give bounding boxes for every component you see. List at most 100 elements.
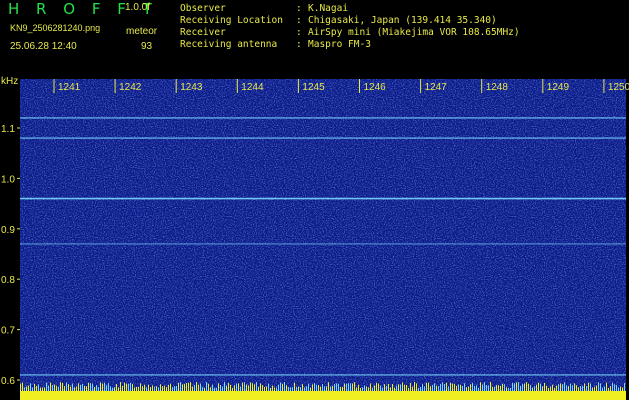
info-label-location: Receiving Location [180,15,283,26]
bottom-signal-spike [400,384,401,391]
bottom-signal-spike [528,383,529,391]
bottom-signal-spike [78,383,79,391]
bottom-signal-spike [462,385,463,391]
y-tick-label: 1.0 [1,174,15,185]
x-tick-label: 1245 [302,82,325,93]
bottom-signal-spike [276,387,277,391]
bottom-signal-spike [542,386,543,391]
bottom-signal-spike [134,387,135,391]
bottom-signal-spike [252,383,253,391]
bottom-signal-spike [326,386,327,391]
bottom-signal-spike [48,385,49,391]
bottom-signal-spike [506,387,507,391]
bottom-signal-spike [474,386,475,391]
bottom-signal-spike [148,384,149,391]
bottom-signal-spike [388,383,389,391]
bottom-signal-spike [438,386,439,391]
bottom-signal-spike [358,384,359,391]
bottom-signal-spike [598,382,599,391]
bottom-signal-spike [392,383,393,391]
bottom-signal-spike [44,387,45,391]
bottom-signal-spike [36,386,37,391]
bottom-signal-spike [390,387,391,391]
bottom-signal-spike [258,386,259,391]
bottom-signal-spike [332,386,333,391]
bottom-signal-spike [540,383,541,391]
x-tick-label: 1247 [425,82,448,93]
spectrogram-chart: kHz 1.1 1.0 0.9 0.8 0.7 0.6 1241 1242 1243 1244 124… [1,76,629,400]
bottom-signal-spike [100,382,101,391]
x-tick-label: 1249 [547,82,570,93]
x-tick-label: 1241 [58,82,81,93]
bottom-signal-spike [550,386,551,391]
bottom-signal-spike [482,384,483,391]
bottom-signal-spike [128,383,129,391]
bottom-signal-spike [396,385,397,391]
bottom-signal-spike [316,385,317,391]
y-tick-label: 0.9 [1,225,15,236]
bottom-signal-spike [92,383,93,391]
bottom-signal-spike [50,382,51,391]
bottom-signal-spike [64,385,65,391]
bottom-signal-spike [620,386,621,391]
bottom-signal-spike [484,382,485,391]
bottom-signal-spike [538,382,539,391]
bottom-signal-spike [410,383,411,391]
bottom-signal-spike [280,382,281,391]
bottom-signal-spike [210,387,211,391]
bottom-signal-spike [378,383,379,391]
bottom-signal-spike [160,384,161,391]
bottom-signal-spike [238,383,239,391]
bottom-signal-spike [556,385,557,391]
bottom-signal-spike [188,382,189,391]
bottom-signal-spike [560,383,561,391]
bottom-signal-spike [248,385,249,391]
bottom-signal-spike [578,387,579,391]
bottom-signal-spike [564,382,565,391]
info-label-receiver: Receiver [180,27,226,38]
bottom-signal-spike [154,386,155,391]
bottom-signal-spike [520,385,521,391]
bottom-signal-spike [458,384,459,391]
bottom-signal-spike [602,387,603,391]
bottom-signal-spike [334,384,335,391]
bottom-signal-spike [442,382,443,391]
bottom-signal-spike [470,384,471,391]
bottom-signal-spike [232,387,233,391]
bottom-signal-spike [566,385,567,391]
x-tick-label: 1243 [180,82,203,93]
bottom-signal-spike [572,385,573,391]
spectrogram-panel: kHz 1.1 1.0 0.9 0.8 0.7 0.6 1241 1242 1243 1244 124… [0,73,629,400]
bottom-signal-spike [196,382,197,391]
bottom-signal-spike [414,382,415,391]
bottom-signal-spike [72,383,73,391]
info-sep-location: : [296,15,302,26]
bottom-signal-spike [194,385,195,391]
bottom-signal-spike [508,387,509,391]
bottom-signal-spike [292,387,293,391]
bottom-signal-spike [146,387,147,391]
bottom-signal-spike [88,382,89,391]
bottom-signal-spike [60,382,61,391]
bottom-signal-spike [518,382,519,391]
info-value-receiver: AirSpy mini (Miakejima VOR 108.65MHz) [308,27,520,38]
bottom-signal-spike [366,386,367,391]
meteor-count: 93 [141,41,153,52]
bottom-signal-spike [242,382,243,391]
bottom-signal-spike [272,385,273,391]
bottom-signal-spike [142,386,143,391]
bottom-signal-spike [464,383,465,391]
bottom-signal-spike [502,383,503,391]
bottom-signal-spike [284,382,285,391]
bottom-signal-spike [184,383,185,391]
bottom-signal-spike [118,387,119,391]
bottom-signal-spike [182,384,183,391]
bottom-signal-spike [424,386,425,391]
bottom-signal-spike [240,386,241,391]
bottom-signal-spike [76,386,77,391]
bottom-signal-spike [536,384,537,391]
bottom-signal-spike [350,383,351,391]
bottom-signal-spike [432,385,433,391]
bottom-signal-spike [444,384,445,391]
bottom-signal-spike [110,386,111,391]
